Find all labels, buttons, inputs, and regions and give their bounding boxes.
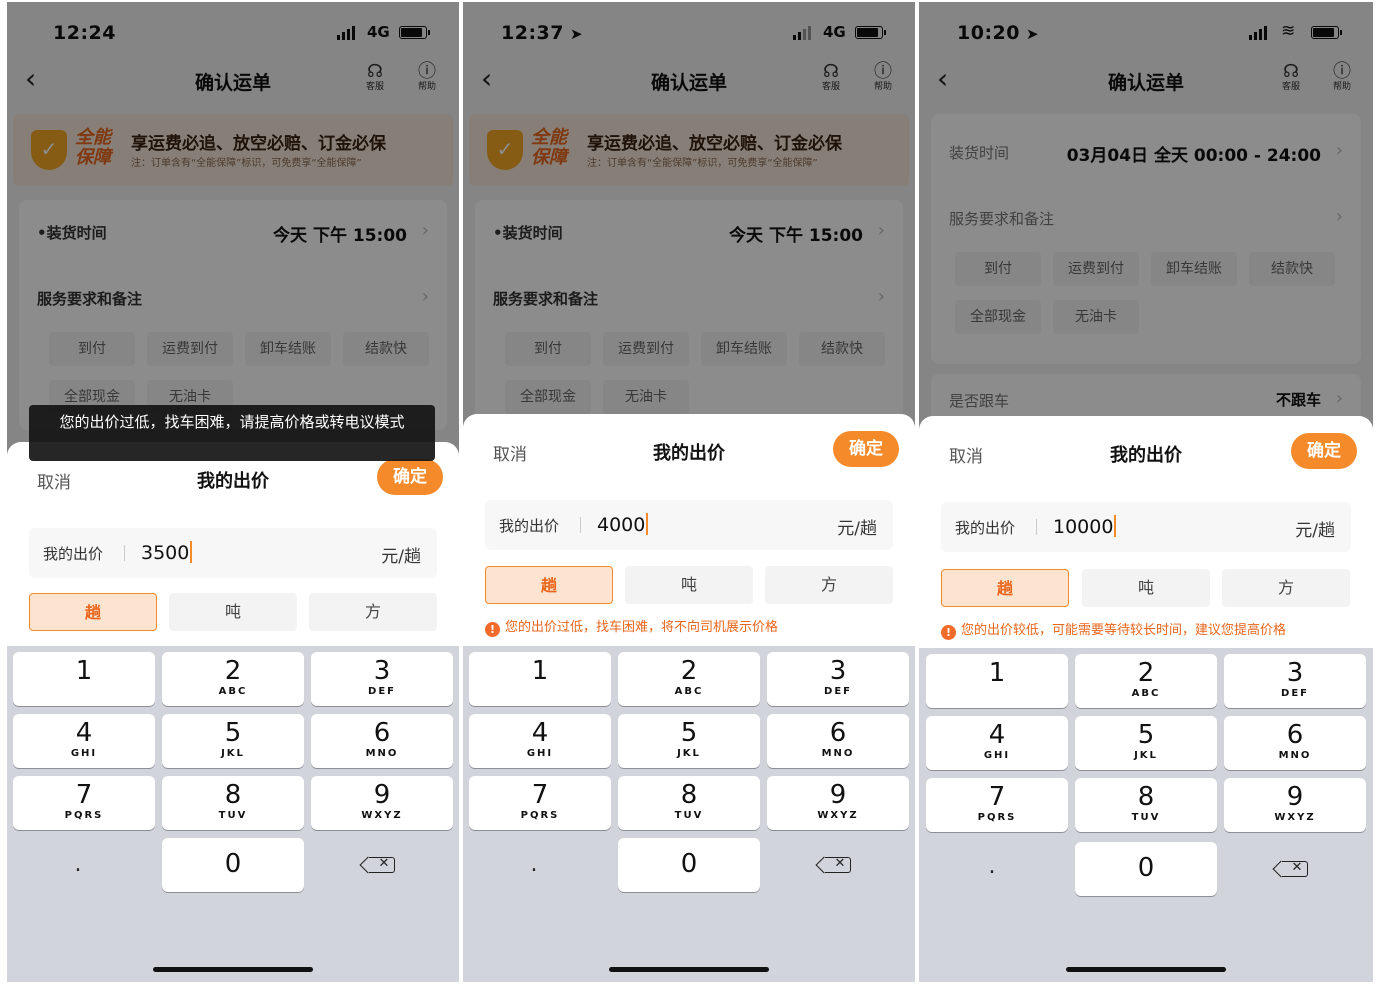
bid-value: 4000 <box>597 514 646 536</box>
unit-per-cubic-button[interactable]: 方 <box>1222 569 1350 607</box>
numeric-keypad: 1 2 ABC 3 DEF 4 GHI 5 JKL 6 MNO 7 PQRS 8 TUV 9W… <box>7 646 459 982</box>
text-caret <box>190 541 193 563</box>
key-4[interactable]: 4 GHI <box>13 714 155 768</box>
key-3[interactable]: 3 DEF <box>311 652 453 706</box>
key-8[interactable]: 8 TUV <box>618 776 760 830</box>
bid-sheet: 取消 我的出价 确定 我的出价 10000 元/趟 趟 吨 方 ! 您的出价较低，… <box>919 416 1373 982</box>
bid-value: 3500 <box>141 542 190 564</box>
key-7[interactable]: 7 PQRS <box>926 778 1068 832</box>
key-1[interactable]: 1 <box>469 652 611 706</box>
home-indicator <box>1066 967 1226 972</box>
key-2[interactable]: 2 ABC <box>162 652 304 706</box>
key-3[interactable]: 3 DEF <box>767 652 909 706</box>
key-5[interactable]: 5 JKL <box>162 714 304 768</box>
key-2[interactable]: 2 ABC <box>1075 654 1217 708</box>
screenshot-collage: 12:24 4G ‹ 确认运单 ☊ 客服 ⓘ 帮助 ✓ 全能保障 享运费必追、放空必… <box>0 0 1384 998</box>
backspace-key[interactable]: ✕ <box>1224 842 1366 896</box>
phone-screen-3: 10:20 ➤ ≋ ‹ 确认运单 ☊ 客服 ⓘ 帮助 装货时间 03月04日 全天 0… <box>919 2 1373 982</box>
key-3[interactable]: 3 DEF <box>1224 654 1366 708</box>
key-0[interactable]: 0 <box>618 838 760 892</box>
home-indicator <box>153 967 313 972</box>
backspace-key[interactable]: ✕ <box>311 838 453 892</box>
bid-value: 10000 <box>1053 516 1114 538</box>
key-8[interactable]: 8 TUV <box>162 776 304 830</box>
key-dot[interactable]: . <box>463 838 605 892</box>
key-1[interactable]: 1 <box>926 654 1068 708</box>
key-7[interactable]: 7 PQRS <box>469 776 611 830</box>
numeric-keypad: 1 2 ABC 3 DEF 4 GHI 5 JKL 6 MNO 7 PQRS 8 TUV 9W… <box>463 646 915 982</box>
unit-per-trip-button[interactable]: 趟 <box>29 593 157 631</box>
alert-icon: ! <box>941 625 956 640</box>
phone-screen-2: 12:37 ➤ 4G ‹ 确认运单 ☊ 客服 ⓘ 帮助 ✓ 全能保障 享运费必追、放空… <box>463 2 915 982</box>
confirm-button[interactable]: 确定 <box>377 459 443 495</box>
bid-input[interactable]: 我的出价 10000 元/趟 <box>941 502 1351 552</box>
confirm-button[interactable]: 确定 <box>1291 433 1357 469</box>
unit-per-cubic-button[interactable]: 方 <box>765 566 893 604</box>
home-indicator <box>609 967 769 972</box>
key-dot[interactable]: . <box>921 840 1063 894</box>
price-warning: ! 您的出价过低，找车困难，将不向司机展示价格 <box>485 616 905 637</box>
key-6[interactable]: 6 MNO <box>311 714 453 768</box>
unit-per-trip-button[interactable]: 趟 <box>485 566 613 604</box>
key-6[interactable]: 6 MNO <box>1224 716 1366 770</box>
bid-input[interactable]: 我的出价 4000 元/趟 <box>485 500 893 550</box>
key-5[interactable]: 5 JKL <box>618 714 760 768</box>
key-0[interactable]: 0 <box>162 838 304 892</box>
price-unit: 元/趟 <box>837 519 877 539</box>
text-caret <box>646 513 649 535</box>
unit-per-trip-button[interactable]: 趟 <box>941 569 1069 607</box>
bid-sheet: 取消 我的出价 确定 我的出价 4000 元/趟 趟 吨 方 ! 您的出价过低，找… <box>463 414 915 982</box>
unit-per-cubic-button[interactable]: 方 <box>309 593 437 631</box>
key-9[interactable]: 9 WXYZ <box>311 776 453 830</box>
key-9[interactable]: 9 WXYZ <box>767 776 909 830</box>
alert-icon: ! <box>485 622 500 637</box>
backspace-key[interactable]: ✕ <box>767 838 909 892</box>
unit-per-ton-button[interactable]: 吨 <box>169 593 297 631</box>
key-7[interactable]: 7 PQRS <box>13 776 155 830</box>
bid-input[interactable]: 我的出价 3500 元/趟 <box>29 528 437 578</box>
key-9[interactable]: 9 WXYZ <box>1224 778 1366 832</box>
key-5[interactable]: 5 JKL <box>1075 716 1217 770</box>
key-4[interactable]: 4 GHI <box>469 714 611 768</box>
unit-per-ton-button[interactable]: 吨 <box>1082 569 1210 607</box>
low-price-toast: 您的出价过低，找车困难，请提高价格或转电议模式 <box>29 405 435 461</box>
key-0[interactable]: 0 <box>1075 842 1217 896</box>
key-8[interactable]: 8 TUV <box>1075 778 1217 832</box>
key-4[interactable]: 4 GHI <box>926 716 1068 770</box>
key-dot[interactable]: . <box>7 838 149 892</box>
price-unit: 元/趟 <box>1295 521 1335 541</box>
numeric-keypad: 1 2 ABC 3 DEF 4 GHI 5 JKL 6 MNO 7 PQRS 8 TUV 9W… <box>919 648 1373 982</box>
unit-per-ton-button[interactable]: 吨 <box>625 566 753 604</box>
key-6[interactable]: 6 MNO <box>767 714 909 768</box>
price-warning: ! 您的出价较低，可能需要等待较长时间，建议您提高价格 <box>941 619 1363 640</box>
confirm-button[interactable]: 确定 <box>833 431 899 467</box>
text-caret <box>1114 515 1117 537</box>
bid-sheet: 取消 我的出价 确定 我的出价 3500 元/趟 趟 吨 方 1 2 ABC 3D… <box>7 442 459 982</box>
key-2[interactable]: 2 ABC <box>618 652 760 706</box>
key-1[interactable]: 1 <box>13 652 155 706</box>
price-unit: 元/趟 <box>381 547 421 567</box>
phone-screen-1: 12:24 4G ‹ 确认运单 ☊ 客服 ⓘ 帮助 ✓ 全能保障 享运费必追、放空必… <box>7 2 459 982</box>
